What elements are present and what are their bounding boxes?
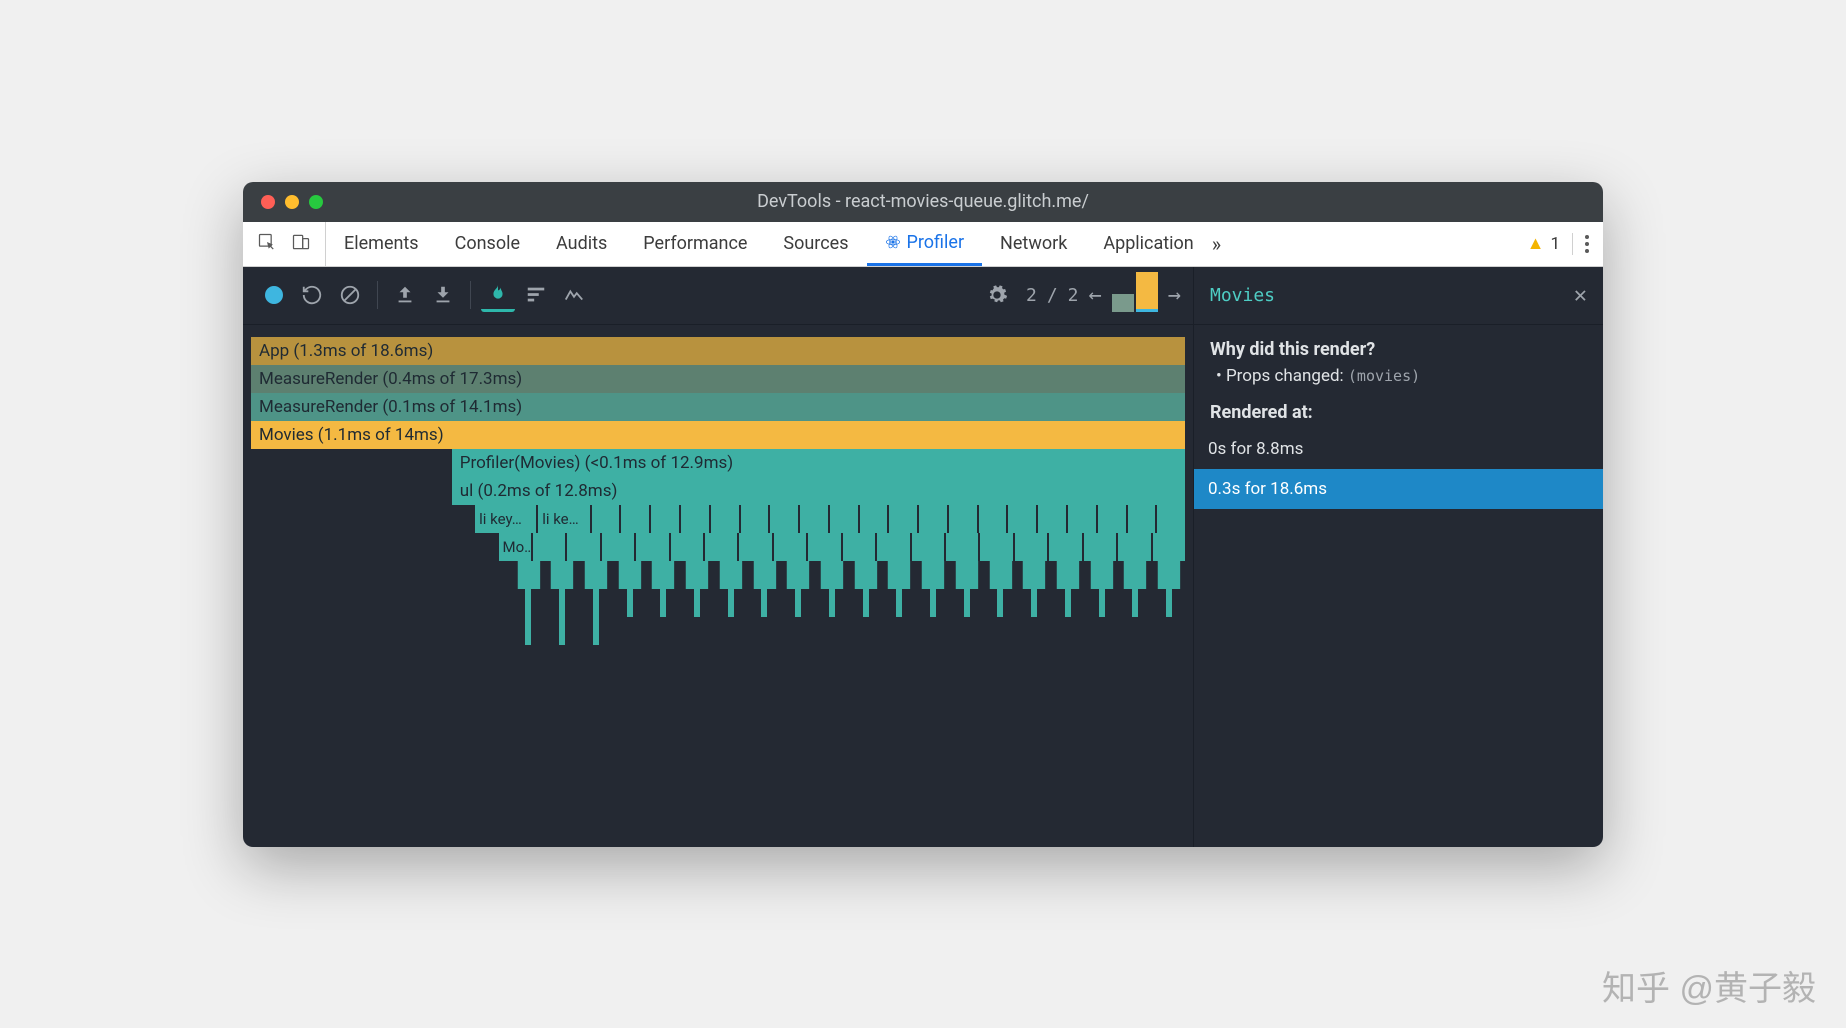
tab-performance[interactable]: Performance (625, 222, 765, 266)
commit-index: 2 (1026, 285, 1037, 306)
tab-application[interactable]: Application (1085, 222, 1211, 266)
flame-li-1[interactable]: li key… (475, 505, 536, 533)
flame-bar-movies[interactable]: Movies (1.1ms of 14ms) (251, 421, 1185, 449)
device-toolbar-icon[interactable] (291, 232, 311, 256)
why-render-heading: Why did this render? (1210, 339, 1587, 360)
warnings-indicator[interactable]: ▲ 1 (1527, 233, 1560, 254)
commit-sep: / (1047, 285, 1058, 306)
tab-profiler[interactable]: Profiler (867, 222, 983, 266)
react-icon (885, 234, 901, 250)
flame-li[interactable] (592, 505, 620, 533)
selected-component-name: Movies (1210, 285, 1275, 306)
flame-movie-row: Mo… (499, 533, 1185, 561)
reload-button[interactable] (295, 278, 329, 312)
more-tabs-button[interactable]: » (1212, 232, 1221, 256)
warnings-count: 1 (1550, 234, 1560, 254)
inspect-element-icon[interactable] (257, 232, 277, 256)
devtools-window: DevTools - react-movies-queue.glitch.me/… (243, 182, 1603, 847)
flame-li-row: li key… li ke… (475, 505, 1185, 533)
render-commit-1[interactable]: 0s for 8.8ms (1194, 429, 1603, 469)
flame-movie[interactable]: Mo… (499, 533, 531, 561)
devtools-tabbar: Elements Console Audits Performance Sour… (243, 222, 1603, 267)
ranked-tab[interactable] (519, 278, 553, 312)
window-title: DevTools - react-movies-queue.glitch.me/ (243, 191, 1603, 212)
tab-console[interactable]: Console (437, 222, 538, 266)
flamegraph-tab[interactable] (481, 278, 515, 312)
close-window-button[interactable] (261, 195, 275, 209)
rendered-at-heading: Rendered at: (1210, 402, 1587, 423)
export-button[interactable] (426, 278, 460, 312)
flame-bar-measure2[interactable]: MeasureRender (0.1ms of 14.1ms) (251, 393, 1185, 421)
titlebar: DevTools - react-movies-queue.glitch.me/ (243, 182, 1603, 222)
record-button[interactable] (257, 278, 291, 312)
flame-li-2[interactable]: li ke… (538, 505, 590, 533)
divider (1572, 233, 1573, 255)
flame-bar-app[interactable]: App (1.3ms of 18.6ms) (251, 337, 1185, 365)
tab-network[interactable]: Network (982, 222, 1085, 266)
settings-button[interactable] (980, 278, 1014, 312)
sidebar-header: Movies ✕ (1194, 267, 1603, 325)
warning-icon: ▲ (1527, 233, 1545, 254)
flame-bar-measure1[interactable]: MeasureRender (0.4ms of 17.3ms) (251, 365, 1185, 393)
maximize-window-button[interactable] (309, 195, 323, 209)
next-commit-button[interactable]: → (1168, 283, 1181, 308)
flame-bar-profiler[interactable]: Profiler(Movies) (<0.1ms of 12.9ms) (452, 449, 1185, 477)
commit-total: 2 (1068, 285, 1079, 306)
tab-profiler-label: Profiler (907, 232, 965, 253)
tab-elements[interactable]: Elements (326, 222, 437, 266)
import-button[interactable] (388, 278, 422, 312)
flamegraph: App (1.3ms of 18.6ms) MeasureRender (0.4… (243, 325, 1193, 847)
close-sidebar-button[interactable]: ✕ (1574, 283, 1587, 308)
render-commit-2[interactable]: 0.3s for 18.6ms (1194, 469, 1603, 509)
minimize-window-button[interactable] (285, 195, 299, 209)
why-render-reason: • Props changed: (movies) (1216, 366, 1587, 386)
watermark: 知乎 @黄子毅 (1602, 961, 1816, 1010)
flame-bar-ul[interactable]: ul (0.2ms of 12.8ms) (452, 477, 1185, 505)
tab-sources[interactable]: Sources (765, 222, 866, 266)
tab-audits[interactable]: Audits (538, 222, 625, 266)
commit-bar-1[interactable] (1112, 294, 1134, 312)
commit-bar-2[interactable] (1136, 272, 1158, 312)
devtools-menu-button[interactable] (1585, 235, 1589, 253)
prev-commit-button[interactable]: ← (1089, 283, 1102, 308)
window-controls (243, 195, 323, 209)
clear-button[interactable] (333, 278, 367, 312)
interactions-tab[interactable] (557, 278, 591, 312)
commit-chart[interactable] (1112, 275, 1158, 315)
profiler-toolbar: 2 / 2 ← → (243, 267, 1193, 325)
